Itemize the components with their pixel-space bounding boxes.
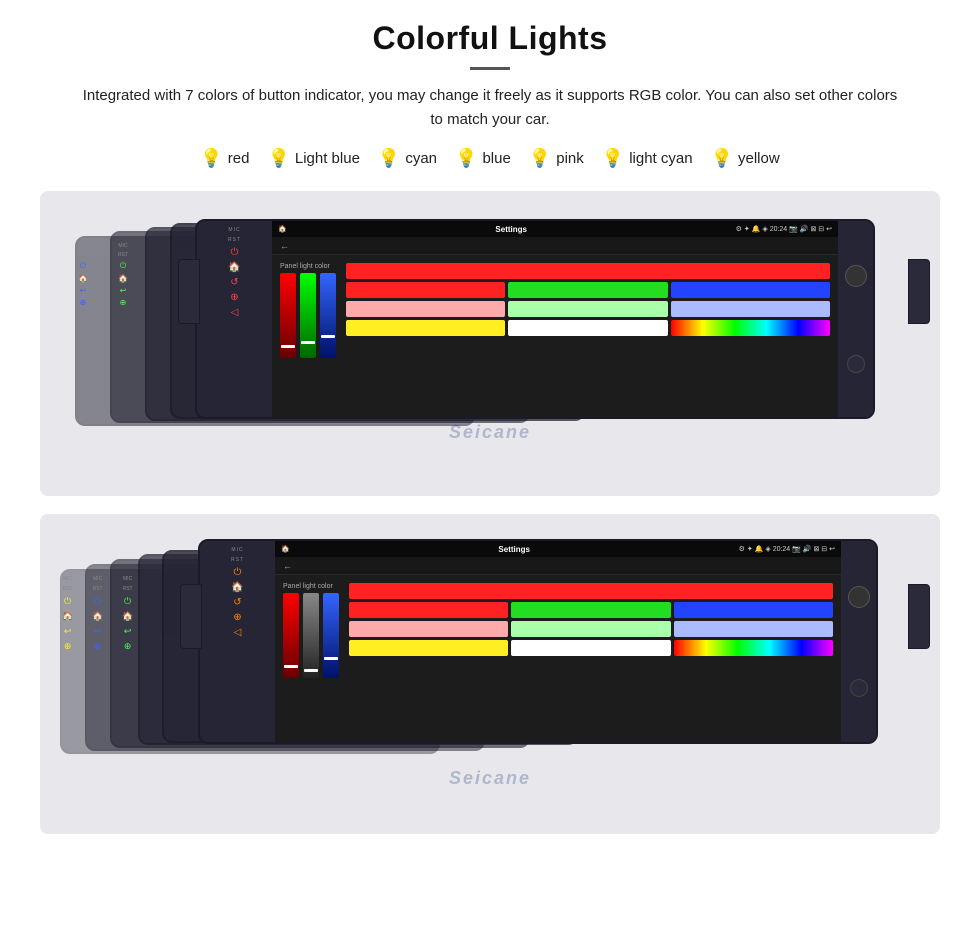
pink-bulb-icon: 💡 xyxy=(529,148,551,169)
time-top: 20:24 xyxy=(770,226,788,233)
color-label-pink: pink xyxy=(556,150,584,167)
color-item-lightblue: 💡 Light blue xyxy=(267,148,359,169)
color-label-blue: blue xyxy=(482,150,510,167)
panel-light-label-top: Panel light color xyxy=(280,263,336,270)
color-label-cyan: cyan xyxy=(405,150,437,167)
panel-light-label-bottom: Panel light color xyxy=(283,583,339,590)
statusbar-home-icon: 🏠 xyxy=(278,225,287,233)
statusbar-icons-top: ⚙ ✦ 🔔 ◈ 20:24 📷 🔊 ⊠ ⊟ ↩ xyxy=(736,225,832,233)
settings-label-bottom: Settings xyxy=(498,545,530,554)
front-device-top: MIC RST ⏻ 🏠 ↺ ⊕ ◁ 🏠 xyxy=(195,219,875,419)
full-device-top: MIC RST ⏻ 🏠 ↩ ⊕ MIC RST ⏻ 🏠 ↩ ⊕ xyxy=(50,191,930,451)
color-label-yellow: yellow xyxy=(738,150,780,167)
devices-section: MIC RST ⏻ 🏠 ↩ ⊕ MIC RST ⏻ 🏠 ↩ ⊕ xyxy=(40,191,940,834)
color-item-blue: 💡 blue xyxy=(455,148,511,169)
main-title: Colorful Lights xyxy=(40,20,940,57)
device-group-top: MIC RST ⏻ 🏠 ↩ ⊕ MIC RST ⏻ 🏠 ↩ ⊕ xyxy=(40,191,940,496)
lightcyan-bulb-icon: 💡 xyxy=(602,148,624,169)
blue-bulb-icon: 💡 xyxy=(455,148,477,169)
red-bulb-icon: 💡 xyxy=(200,148,222,169)
title-divider xyxy=(470,67,510,70)
time-bottom: 20:24 xyxy=(773,546,791,553)
title-section: Colorful Lights Integrated with 7 colors… xyxy=(40,20,940,132)
back-arrow-bottom[interactable]: ← xyxy=(283,561,292,571)
color-item-red: 💡 red xyxy=(200,148,249,169)
color-label-lightcyan: light cyan xyxy=(629,150,692,167)
full-device-bottom: MIC RST ⏻ 🏠 ↩ ⊕ MIC RST ⏻ 🏠 ↩ ⊕ xyxy=(50,514,930,794)
statusbar-icons-bottom: ⚙ ✦ 🔔 ◈ 20:24 📷 🔊 ⊠ ⊟ ↩ xyxy=(739,545,835,553)
color-indicators: 💡 red 💡 Light blue 💡 cyan 💡 blue 💡 pink … xyxy=(40,148,940,169)
page-wrapper: Colorful Lights Integrated with 7 colors… xyxy=(0,0,980,864)
front-device-bottom: MIC RST ⏻ 🏠 ↺ ⊕ ◁ 🏠 xyxy=(198,539,878,744)
device-image-top: MIC RST ⏻ 🏠 ↩ ⊕ MIC RST ⏻ 🏠 ↩ ⊕ xyxy=(40,191,940,496)
description: Integrated with 7 colors of button indic… xyxy=(80,84,900,132)
device-image-bottom: MIC RST ⏻ 🏠 ↩ ⊕ MIC RST ⏻ 🏠 ↩ ⊕ xyxy=(40,514,940,834)
color-item-cyan: 💡 cyan xyxy=(378,148,437,169)
watermark-bottom: Seicane xyxy=(449,768,531,789)
settings-label-top: Settings xyxy=(495,225,527,234)
cyan-bulb-icon: 💡 xyxy=(378,148,400,169)
color-item-lightcyan: 💡 light cyan xyxy=(602,148,693,169)
color-label-red: red xyxy=(228,150,250,167)
device-group-bottom: MIC RST ⏻ 🏠 ↩ ⊕ MIC RST ⏻ 🏠 ↩ ⊕ xyxy=(40,514,940,834)
color-item-yellow: 💡 yellow xyxy=(711,148,780,169)
yellow-bulb-icon: 💡 xyxy=(711,148,733,169)
back-arrow-top[interactable]: ← xyxy=(280,241,289,251)
color-label-lightblue: Light blue xyxy=(295,150,360,167)
lightblue-bulb-icon: 💡 xyxy=(267,148,289,169)
statusbar-home-icon-b: 🏠 xyxy=(281,545,290,553)
color-item-pink: 💡 pink xyxy=(529,148,584,169)
